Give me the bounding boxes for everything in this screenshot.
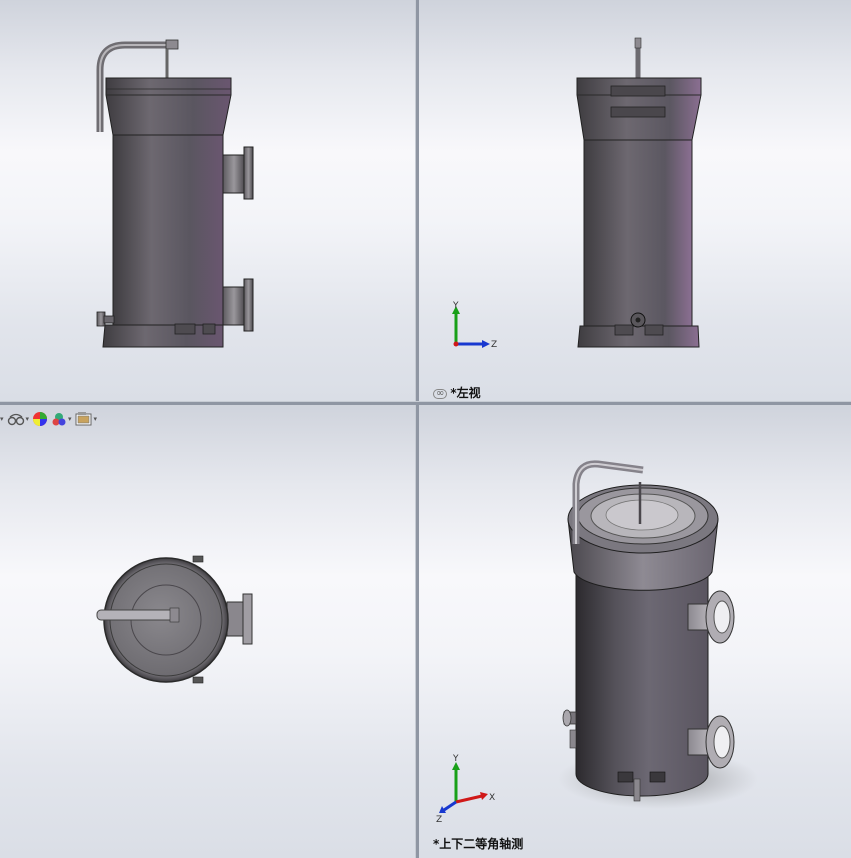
model-front-view (96, 39, 254, 348)
scene-dropdown[interactable]: ▾ (51, 411, 72, 427)
view-name-left: ∞ *左视 (433, 384, 481, 401)
triad-y-label: Y (452, 754, 459, 764)
coordinate-triad-icon: Y X Z (436, 754, 495, 824)
model-top-view (96, 555, 253, 684)
scene-icon (52, 413, 66, 426)
viewport-splitter-horizontal[interactable] (0, 401, 851, 405)
viewport-left[interactable]: Y Z ∞ *左视 (418, 0, 851, 401)
link-views-icon[interactable]: ∞ (433, 388, 448, 399)
viewport-splitter-vertical[interactable] (415, 0, 419, 858)
triad-z-label: Z (436, 815, 442, 824)
view-name-isometric: *上下二等角轴测 (433, 835, 523, 852)
display-style-dropdown[interactable]: ▾ (0, 415, 4, 423)
view-settings-icon (7, 413, 24, 426)
graphics-area: Y Z ∞ *左视 ▾ ▾ ▾ ▾ Y X Z *上下二等角轴测 (0, 0, 851, 858)
view-orientation-dropdown[interactable]: ▾ (75, 411, 97, 427)
view-settings-dropdown[interactable]: ▾ (7, 412, 29, 426)
triad-z-label: Z (491, 340, 497, 350)
viewport-top[interactable]: ▾ ▾ ▾ ▾ (0, 404, 415, 858)
triad-x-label: X (489, 793, 495, 803)
heads-up-toolbar: ▾ ▾ ▾ ▾ (0, 408, 97, 430)
appearance-icon (33, 412, 48, 426)
view-label-text: *左视 (450, 386, 481, 400)
viewport-front[interactable] (0, 0, 415, 401)
viewport-isometric[interactable]: Y X Z *上下二等角轴测 (418, 404, 851, 858)
view-orientation-icon (75, 412, 92, 426)
coordinate-triad-icon: Y Z (452, 301, 497, 350)
appearance-button[interactable] (32, 411, 48, 427)
view-label-text: *上下二等角轴测 (433, 837, 524, 851)
triad-y-label: Y (452, 301, 459, 311)
